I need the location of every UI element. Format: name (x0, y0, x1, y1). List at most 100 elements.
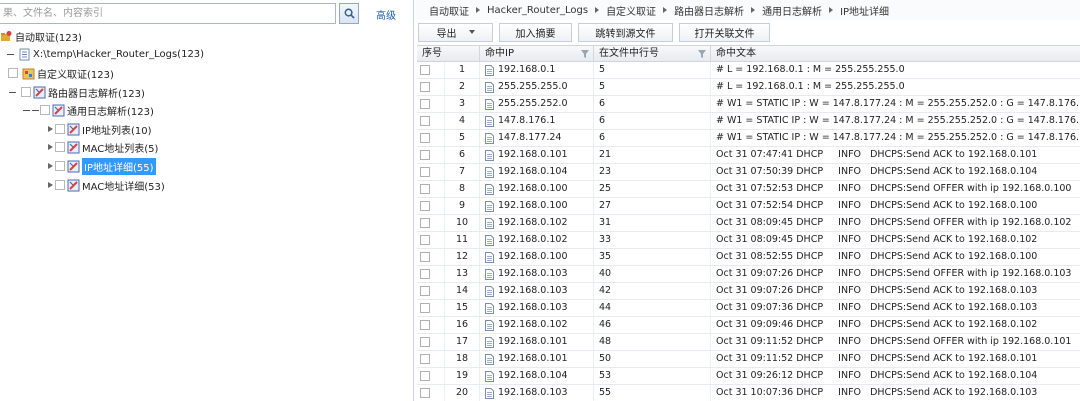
row-checkbox[interactable] (420, 269, 430, 279)
row-index: 10 (445, 215, 480, 231)
tree-node-ip-list[interactable]: IP地址列表(10) (46, 120, 152, 138)
filter-icon[interactable] (581, 50, 589, 58)
column-header-line-number[interactable]: 在文件中行号 (594, 46, 711, 62)
hit-ip-cell: 147.8.176.1 (480, 113, 594, 129)
table-row[interactable]: 4 147.8.176.1 6 # W1 = STATIC IP : W = 1… (417, 113, 1080, 130)
expand-toggle[interactable] (46, 125, 55, 134)
tree-node-ip-detail[interactable]: IP地址详细(55) (46, 157, 156, 175)
column-header-hit-text[interactable]: 命中文本 (711, 46, 1080, 62)
table-row[interactable]: 7 192.168.0.104 23 Oct 31 07:50:39 DHCP … (417, 164, 1080, 181)
tree-node-auto-evidence[interactable]: 自动取证(123) (0, 27, 82, 45)
collapse-toggle[interactable] (31, 106, 40, 115)
table-row[interactable]: 1 192.168.0.1 5 # L = 192.168.0.1 : M = … (417, 62, 1080, 79)
column-header-index[interactable]: 序号 (417, 46, 480, 62)
chevron-right-icon (751, 7, 756, 13)
tree-checkbox[interactable] (55, 161, 65, 171)
row-checkbox[interactable] (420, 320, 430, 330)
jump-to-source-button[interactable]: 跳转到源文件 (578, 22, 673, 42)
tree-node-log-folder[interactable]: X:\temp\Hacker_Router_Logs(123) (6, 45, 204, 63)
row-checkbox[interactable] (420, 354, 430, 364)
row-checkbox[interactable] (420, 116, 430, 126)
tree-node-mac-list[interactable]: MAC地址列表(5) (46, 138, 158, 156)
row-checkbox[interactable] (420, 82, 430, 92)
hit-text-cell: # W1 = STATIC IP : W = 147.8.177.24 : M … (716, 98, 1080, 109)
row-checkbox[interactable] (420, 388, 430, 398)
document-icon (18, 48, 31, 61)
row-checkbox[interactable] (420, 150, 430, 160)
breadcrumb-item-current[interactable]: IP地址详细 (840, 3, 889, 18)
table-row[interactable]: 2 255.255.255.0 5 # L = 192.168.0.1 : M … (417, 79, 1080, 96)
table-row[interactable]: 10 192.168.0.102 31 Oct 31 08:09:45 DHCP… (417, 215, 1080, 232)
table-row[interactable]: 20 192.168.0.103 55 Oct 31 10:07:36 DHCP… (417, 385, 1080, 401)
tree-checkbox[interactable] (8, 68, 18, 78)
row-checkbox[interactable] (420, 65, 430, 75)
tree-node-custom-evidence[interactable]: 自定义取证(123) (8, 64, 114, 82)
tree-checkbox[interactable] (55, 124, 65, 134)
document-icon (485, 115, 494, 127)
table-row[interactable]: 14 192.168.0.103 42 Oct 31 09:07:26 DHCP… (417, 283, 1080, 300)
tree-node-mac-detail[interactable]: MAC地址详细(53) (46, 176, 165, 194)
search-input[interactable] (0, 3, 336, 24)
table-row[interactable]: 18 192.168.0.101 50 Oct 31 09:11:52 DHCP… (417, 351, 1080, 368)
column-header-hit-ip[interactable]: 命中IP (480, 46, 594, 62)
tree-checkbox[interactable] (55, 142, 65, 152)
table-row[interactable]: 3 255.255.252.0 6 # W1 = STATIC IP : W =… (417, 96, 1080, 113)
tree-checkbox[interactable] (21, 87, 31, 97)
row-checkbox[interactable] (420, 167, 430, 177)
export-button[interactable]: 导出 (418, 22, 493, 42)
tree-checkbox[interactable] (40, 105, 50, 115)
tree-node-label: 通用日志解析(123) (67, 106, 154, 118)
row-checkbox[interactable] (420, 371, 430, 381)
table-row[interactable]: 15 192.168.0.103 44 Oct 31 09:07:36 DHCP… (417, 300, 1080, 317)
row-checkbox[interactable] (420, 133, 430, 143)
expand-toggle[interactable] (46, 162, 55, 171)
row-index: 20 (445, 385, 480, 401)
tree-node-general-log[interactable]: 通用日志解析(123) (22, 101, 154, 119)
table-row[interactable]: 17 192.168.0.101 48 Oct 31 09:11:52 DHCP… (417, 334, 1080, 351)
table-row[interactable]: 19 192.168.0.104 53 Oct 31 09:26:12 DHCP… (417, 368, 1080, 385)
grid-body: 1 192.168.0.1 5 # L = 192.168.0.1 : M = … (417, 62, 1080, 401)
table-row[interactable]: 12 192.168.0.100 35 Oct 31 08:52:55 DHCP… (417, 249, 1080, 266)
collapse-toggle[interactable] (8, 88, 17, 97)
table-row[interactable]: 8 192.168.0.100 25 Oct 31 07:52:53 DHCP … (417, 181, 1080, 198)
row-index: 13 (445, 266, 480, 282)
collapse-toggle[interactable] (6, 50, 15, 59)
breadcrumb-item[interactable]: 自动取证 (429, 3, 469, 18)
row-select-cell (417, 232, 445, 248)
row-checkbox[interactable] (420, 99, 430, 109)
line-number-cell: 42 (594, 283, 711, 299)
collapse-toggle[interactable] (22, 106, 31, 115)
breadcrumb-item[interactable]: Hacker_Router_Logs (487, 5, 588, 16)
row-checkbox[interactable] (420, 235, 430, 245)
hit-ip-cell: 192.168.0.103 (480, 266, 594, 282)
row-checkbox[interactable] (420, 184, 430, 194)
row-checkbox[interactable] (420, 303, 430, 313)
row-checkbox[interactable] (420, 252, 430, 262)
table-row[interactable]: 9 192.168.0.100 27 Oct 31 07:52:54 DHCP … (417, 198, 1080, 215)
row-checkbox[interactable] (420, 218, 430, 228)
add-summary-button[interactable]: 加入摘要 (499, 22, 572, 42)
hit-text-cell: Oct 31 09:09:46 DHCP INFO DHCPS:Send ACK… (716, 319, 1038, 330)
table-row[interactable]: 13 192.168.0.103 40 Oct 31 09:07:26 DHCP… (417, 266, 1080, 283)
row-checkbox[interactable] (420, 337, 430, 347)
expand-toggle[interactable] (46, 143, 55, 152)
breadcrumb-item[interactable]: 自定义取证 (606, 3, 656, 18)
row-index: 17 (445, 334, 480, 350)
table-row[interactable]: 5 147.8.177.24 6 # W1 = STATIC IP : W = … (417, 130, 1080, 147)
breadcrumb-item[interactable]: 通用日志解析 (762, 3, 822, 18)
row-checkbox[interactable] (420, 286, 430, 296)
tree-node-router-log[interactable]: 路由器日志解析(123) (8, 83, 145, 101)
expand-toggle[interactable] (46, 181, 55, 190)
tree-checkbox[interactable] (55, 180, 65, 190)
open-related-file-button[interactable]: 打开关联文件 (679, 22, 770, 42)
document-icon (485, 98, 494, 110)
advanced-search-link[interactable]: 高级 (376, 7, 396, 22)
filter-icon[interactable] (698, 50, 706, 58)
breadcrumb-item[interactable]: 路由器日志解析 (674, 3, 744, 18)
table-row[interactable]: 11 192.168.0.102 33 Oct 31 08:09:45 DHCP… (417, 232, 1080, 249)
row-checkbox[interactable] (420, 201, 430, 211)
table-row[interactable]: 16 192.168.0.102 46 Oct 31 09:09:46 DHCP… (417, 317, 1080, 334)
table-row[interactable]: 6 192.168.0.101 21 Oct 31 07:47:41 DHCP … (417, 147, 1080, 164)
hit-ip-cell: 192.168.0.101 (480, 147, 594, 163)
search-button[interactable] (339, 3, 359, 24)
